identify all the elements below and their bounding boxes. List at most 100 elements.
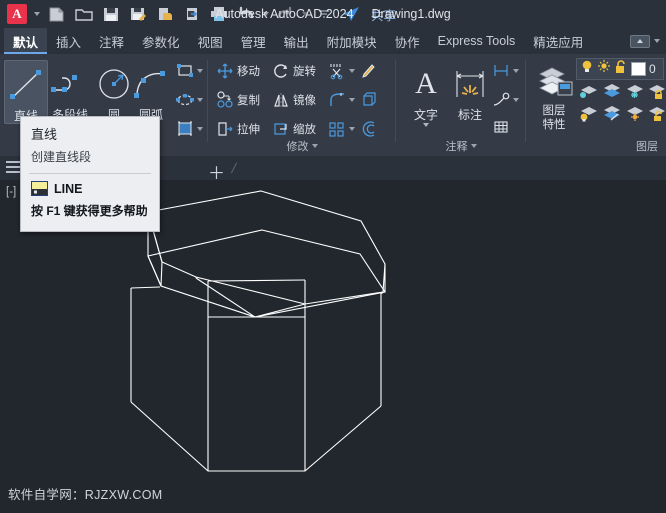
tab-manage[interactable]: 管理: [232, 28, 275, 54]
annotation-leader-button[interactable]: [492, 91, 519, 109]
save-as-icon[interactable]: [125, 1, 151, 27]
modify-offset-button[interactable]: [360, 120, 378, 138]
layer-lock-icon[interactable]: [647, 82, 666, 105]
annotation-dimension-button[interactable]: 标注: [448, 60, 492, 122]
annotation-table-button[interactable]: [492, 118, 510, 136]
draw-hatch-button[interactable]: [176, 120, 203, 138]
modify-scale-button[interactable]: 缩放: [272, 120, 316, 138]
annotation-text-button[interactable]: A 文字: [404, 60, 448, 127]
tab-featured-apps[interactable]: 精选应用: [524, 28, 592, 54]
redo-caret[interactable]: [299, 1, 310, 27]
tab-label: 输出: [283, 35, 309, 50]
new-file-icon[interactable]: [44, 1, 70, 27]
watermark-text: 软件自学网：RJZXW.COM: [8, 488, 163, 502]
save-to-web-icon[interactable]: [179, 1, 205, 27]
chevron-down-icon[interactable]: [197, 69, 203, 73]
modify-trim-button[interactable]: [328, 62, 355, 80]
panel-layers-label[interactable]: 图层: [526, 138, 666, 154]
copy-icon: [216, 91, 234, 109]
modify-scale-label: 缩放: [293, 124, 316, 136]
dimension-icon: [448, 60, 492, 108]
undo-icon[interactable]: [233, 1, 259, 27]
tab-view[interactable]: 视图: [189, 28, 232, 54]
ribbon-minimize-icon[interactable]: [630, 34, 650, 48]
modify-rotate-button[interactable]: 旋转: [272, 62, 316, 80]
line-command-icon: [31, 181, 48, 196]
layer-unisolate-icon[interactable]: [601, 82, 621, 105]
plot-icon[interactable]: [206, 1, 232, 27]
tab-parametric[interactable]: 参数化: [133, 28, 189, 54]
panel-annotation-label[interactable]: 注释: [396, 138, 526, 154]
modify-mirror-button[interactable]: 镜像: [272, 91, 316, 109]
annotation-linear-dim-button[interactable]: [492, 62, 519, 80]
share-button[interactable]: 共享: [371, 5, 396, 24]
modify-3d-array-button[interactable]: [360, 91, 378, 109]
svg-text:A: A: [415, 67, 437, 100]
chevron-down-icon[interactable]: [197, 98, 203, 102]
redo-icon[interactable]: [272, 1, 298, 27]
open-file-icon[interactable]: [71, 1, 97, 27]
modify-array-button[interactable]: [328, 120, 355, 138]
layer-isolate-icon[interactable]: [578, 82, 598, 105]
ellipse-icon: [176, 91, 194, 109]
modify-move-button[interactable]: 移动: [216, 62, 260, 80]
rotate-icon: [272, 62, 290, 80]
tab-insert[interactable]: 插入: [47, 28, 90, 54]
open-from-web-icon[interactable]: [152, 1, 178, 27]
layer-freeze-icon[interactable]: [624, 82, 644, 105]
tab-addins[interactable]: 附加模块: [318, 28, 386, 54]
chevron-down-icon[interactable]: [197, 127, 203, 131]
layer-match-icon[interactable]: [601, 104, 621, 127]
tooltip-help-hint: 按 F1 键获得更多帮助: [31, 204, 148, 218]
layer-properties-label-2: 特性: [542, 119, 566, 131]
send-share-icon[interactable]: [338, 1, 364, 27]
hamburger-icon[interactable]: [6, 161, 20, 173]
unlock-icon[interactable]: [614, 59, 628, 80]
modify-fillet-button[interactable]: [328, 91, 355, 109]
save-file-icon[interactable]: [98, 1, 124, 27]
layer-tools-row-2: [578, 104, 666, 127]
modify-copy-button[interactable]: 复制: [216, 91, 260, 109]
tab-output[interactable]: 输出: [275, 28, 318, 54]
panel-layers: 图层 特性 0 图层: [526, 54, 666, 156]
layer-tools-row-1: [578, 82, 666, 105]
undo-caret[interactable]: [260, 1, 271, 27]
chevron-down-icon[interactable]: [513, 69, 519, 73]
chevron-down-icon[interactable]: [349, 127, 355, 131]
chevron-down-icon[interactable]: [349, 98, 355, 102]
ribbon-minimize-caret[interactable]: [654, 39, 660, 43]
lightbulb-icon[interactable]: [580, 59, 594, 80]
modify-match-properties-button[interactable]: [360, 62, 378, 80]
draw-ellipse-button[interactable]: [176, 91, 203, 109]
layer-unlock-icon[interactable]: [647, 104, 666, 127]
fillet-icon: [328, 91, 346, 109]
annotation-text-label: 文字: [413, 108, 438, 122]
mirror-icon: [272, 91, 290, 109]
text-icon: A: [404, 60, 448, 108]
tab-label: 协作: [394, 35, 420, 50]
draw-polyline-button[interactable]: 多段线: [48, 60, 92, 122]
customize-qat-icon[interactable]: [311, 1, 337, 27]
layer-color-swatch[interactable]: [631, 62, 646, 76]
application-menu-caret[interactable]: [31, 1, 43, 27]
layer-off-icon[interactable]: [578, 104, 598, 127]
layer-properties-button[interactable]: 图层 特性: [530, 60, 578, 132]
draw-rectangle-button[interactable]: [176, 62, 203, 80]
layer-thaw-icon[interactable]: [624, 104, 644, 127]
tab-home[interactable]: 默认: [4, 28, 48, 54]
sun-icon[interactable]: [597, 59, 611, 80]
chevron-down-icon[interactable]: [349, 69, 355, 73]
tab-express-tools[interactable]: Express Tools: [429, 28, 525, 54]
layer-state-control[interactable]: 0: [576, 58, 664, 80]
chevron-down-icon[interactable]: [513, 98, 519, 102]
draw-line-button[interactable]: 直线: [4, 60, 48, 124]
tab-annotate[interactable]: 注释: [90, 28, 133, 54]
layer-properties-label-1: 图层: [542, 105, 566, 117]
panel-annotation: A 文字 标注 注释: [396, 54, 526, 156]
modify-stretch-button[interactable]: 拉伸: [216, 120, 260, 138]
panel-modify-label[interactable]: 修改: [208, 138, 396, 154]
tab-collaborate[interactable]: 协作: [386, 28, 429, 54]
ribbon-tab-bar: 默认 插入 注释 参数化 视图 管理 输出 附加模块 协作 Express To…: [0, 28, 666, 54]
chevron-down-icon[interactable]: [423, 123, 429, 127]
application-menu-button[interactable]: A: [4, 1, 30, 27]
